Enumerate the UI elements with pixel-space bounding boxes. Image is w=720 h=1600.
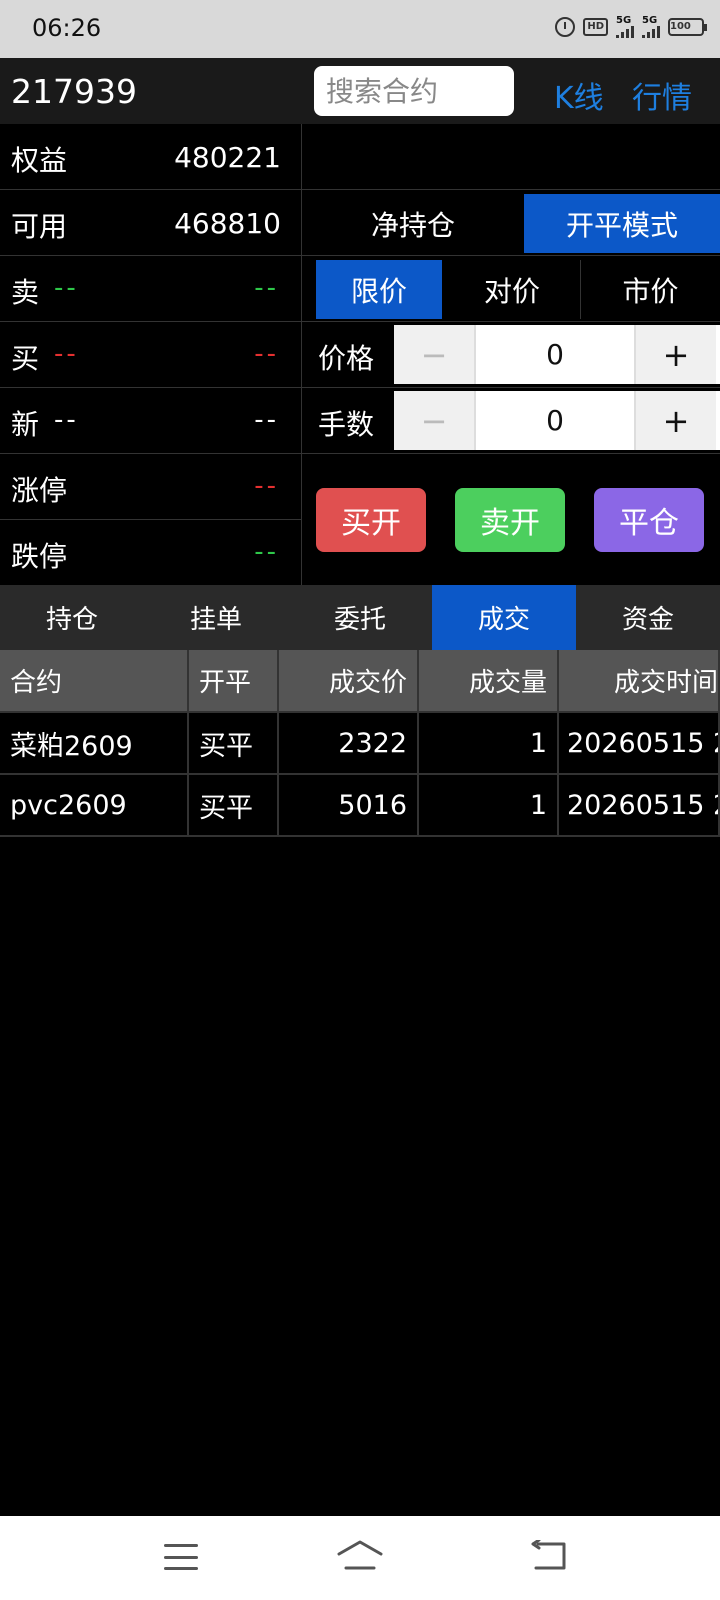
cell-trade-time: 20260515 2 (559, 713, 720, 773)
table-row[interactable]: 菜粕2609 买平 2322 1 20260515 2 (0, 713, 720, 775)
buy-price: -- (54, 339, 79, 369)
buy-quote-row: 买 -- -- (0, 322, 302, 388)
search-input[interactable] (314, 66, 514, 116)
available-value: 468810 (174, 207, 281, 240)
available-label: 可用 (11, 210, 68, 243)
cell-trade-price: 2322 (279, 713, 419, 773)
quantity-increment-button[interactable]: + (636, 391, 716, 450)
system-nav-bar (0, 1516, 720, 1600)
net-position-button[interactable]: 净持仓 (302, 194, 524, 253)
buy-open-button[interactable]: 买开 (316, 488, 426, 552)
status-bar: 06:26 HD 5G 5G 100 (0, 0, 720, 58)
account-info-panel: 权益 480221 可用 468810 卖 -- -- 买 -- -- 新 --… (0, 124, 302, 586)
signal-5g-icon-2: 5G (642, 16, 660, 38)
price-increment-button[interactable]: + (636, 325, 716, 384)
empty-row (302, 124, 720, 190)
cell-contract: 菜粕2609 (0, 713, 189, 773)
app-header: 217939 K线 行情 (0, 58, 720, 124)
quantity-stepper: − 0 + (394, 391, 720, 450)
table-header: 合约 开平 成交价 成交量 成交时间 (0, 650, 720, 713)
market-link[interactable]: 行情 (632, 73, 692, 117)
bottom-tabs: 持仓 挂单 委托 成交 资金 (0, 585, 720, 650)
tab-positions[interactable]: 持仓 (0, 585, 144, 650)
last-price-row: 新 -- -- (0, 388, 302, 454)
cell-trade-price: 5016 (279, 775, 419, 835)
back-icon[interactable] (530, 1540, 568, 1572)
menu-icon[interactable] (164, 1544, 198, 1570)
tab-funds[interactable]: 资金 (576, 585, 720, 650)
quantity-row: 手数 − 0 + (302, 388, 720, 454)
trades-table: 合约 开平 成交价 成交量 成交时间 菜粕2609 买平 2322 1 2026… (0, 650, 720, 837)
quantity-decrement-button[interactable]: − (394, 391, 474, 450)
account-number: 217939 (11, 72, 137, 111)
home-icon[interactable] (336, 1538, 384, 1572)
sell-volume: -- (254, 273, 279, 303)
buy-label: 买 (11, 342, 40, 375)
col-trade-time[interactable]: 成交时间 (559, 650, 720, 711)
sell-open-button[interactable]: 卖开 (455, 488, 565, 552)
tab-orders[interactable]: 委托 (288, 585, 432, 650)
limit-down-row: 跌停 -- (0, 520, 302, 586)
price-label: 价格 (318, 342, 375, 375)
cell-contract: pvc2609 (0, 775, 189, 835)
col-trade-volume[interactable]: 成交量 (419, 650, 559, 711)
limit-up-value: -- (254, 471, 279, 501)
price-row: 价格 − 0 + (302, 322, 720, 388)
col-open-close[interactable]: 开平 (189, 650, 279, 711)
order-panel: 净持仓 开平模式 限价 对价 市价 价格 − 0 + 手数 − 0 + 买开 卖… (302, 124, 720, 586)
cell-trade-volume: 1 (419, 713, 559, 773)
buy-volume: -- (254, 339, 279, 369)
status-time: 06:26 (32, 14, 102, 42)
limit-down-value: -- (254, 537, 279, 567)
last-price: -- (54, 405, 79, 435)
tab-trades[interactable]: 成交 (432, 585, 576, 650)
kline-link[interactable]: K线 (554, 73, 604, 117)
limit-up-label: 涨停 (11, 474, 68, 507)
close-position-button[interactable]: 平仓 (594, 488, 704, 552)
sell-label: 卖 (11, 276, 40, 309)
market-price-button[interactable]: 市价 (581, 260, 720, 319)
limit-price-button[interactable]: 限价 (316, 260, 442, 319)
table-row[interactable]: pvc2609 买平 5016 1 20260515 2 (0, 775, 720, 837)
cell-trade-time: 20260515 2 (559, 775, 720, 835)
equity-value: 480221 (174, 141, 281, 174)
price-type-row: 限价 对价 市价 (302, 256, 720, 322)
status-icons: HD 5G 5G 100 (555, 16, 707, 38)
col-contract[interactable]: 合约 (0, 650, 189, 711)
col-trade-price[interactable]: 成交价 (279, 650, 419, 711)
quantity-input[interactable]: 0 (474, 391, 636, 450)
price-stepper: − 0 + (394, 325, 720, 384)
cell-open-close: 买平 (189, 713, 279, 773)
order-actions: 买开 卖开 平仓 (302, 454, 720, 586)
hd-icon: HD (583, 18, 608, 36)
price-input[interactable]: 0 (474, 325, 636, 384)
last-label: 新 (11, 408, 40, 441)
equity-label: 权益 (11, 144, 68, 177)
tab-pending-orders[interactable]: 挂单 (144, 585, 288, 650)
equity-row: 权益 480221 (0, 124, 302, 190)
sell-quote-row: 卖 -- -- (0, 256, 302, 322)
limit-down-label: 跌停 (11, 540, 68, 573)
open-close-mode-button[interactable]: 开平模式 (524, 194, 720, 253)
price-decrement-button[interactable]: − (394, 325, 474, 384)
cell-trade-volume: 1 (419, 775, 559, 835)
available-row: 可用 468810 (0, 190, 302, 256)
counter-price-button[interactable]: 对价 (444, 260, 580, 319)
mode-row: 净持仓 开平模式 (302, 190, 720, 256)
alarm-icon (555, 17, 576, 37)
quantity-label: 手数 (318, 408, 375, 441)
last-change: -- (254, 405, 279, 435)
signal-5g-icon: 5G (616, 16, 634, 38)
sell-price: -- (54, 273, 79, 303)
cell-open-close: 买平 (189, 775, 279, 835)
limit-up-row: 涨停 -- (0, 454, 302, 520)
battery-icon: 100 (668, 18, 707, 36)
